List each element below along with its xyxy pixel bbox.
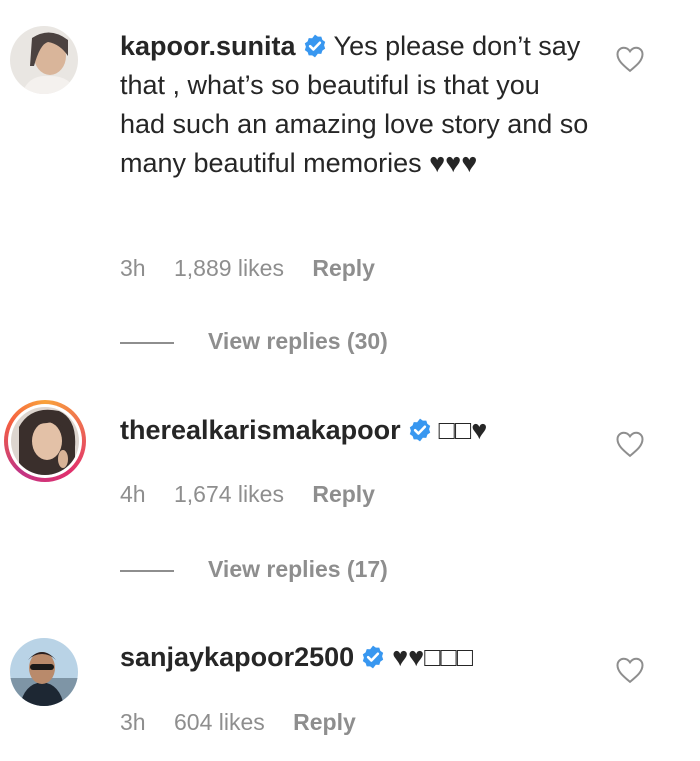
comment-time: 4h [120, 481, 146, 507]
comment-body: sanjaykapoor2500 ♥♥□□□ [120, 638, 590, 677]
replies-divider [120, 341, 174, 344]
avatar-image [11, 407, 79, 475]
comment-likes[interactable]: 1,889 likes [174, 255, 284, 281]
avatar[interactable] [10, 638, 78, 706]
comment-meta: 3h 1,889 likes Reply [120, 255, 397, 282]
avatar-image [10, 638, 78, 706]
comment-body: therealkarismakapoor □□♥ [120, 411, 590, 450]
reply-button[interactable]: Reply [312, 255, 375, 281]
comment-time: 3h [120, 709, 146, 735]
comment-text: ♥♥□□□ [392, 642, 474, 672]
comment-username[interactable]: therealkarismakapoor [120, 415, 401, 445]
comment-username[interactable]: kapoor.sunita [120, 31, 296, 61]
like-heart-icon[interactable] [615, 656, 645, 684]
avatar [11, 407, 79, 475]
comment-body: kapoor.sunita Yes please don’t say that ,… [120, 27, 590, 183]
reply-button[interactable]: Reply [293, 709, 356, 735]
verified-badge-icon [362, 645, 384, 669]
comment-meta: 3h 604 likes Reply [120, 709, 378, 736]
like-heart-icon[interactable] [615, 430, 645, 458]
avatar-image [10, 26, 78, 94]
comment-likes[interactable]: 1,674 likes [174, 481, 284, 507]
story-ring[interactable] [4, 400, 86, 482]
view-replies-button[interactable]: View replies (30) [120, 328, 388, 355]
comment-meta: 4h 1,674 likes Reply [120, 481, 397, 508]
comment-text: □□♥ [438, 415, 488, 445]
view-replies-label: View replies (17) [208, 556, 388, 582]
comment-likes[interactable]: 604 likes [174, 709, 265, 735]
verified-badge-icon [304, 34, 325, 58]
verified-badge-icon [409, 418, 430, 442]
reply-button[interactable]: Reply [312, 481, 375, 507]
avatar[interactable] [10, 26, 78, 94]
replies-divider [120, 569, 174, 572]
comment-time: 3h [120, 255, 146, 281]
comment-username[interactable]: sanjaykapoor2500 [120, 642, 354, 672]
view-replies-button[interactable]: View replies (17) [120, 556, 388, 583]
like-heart-icon[interactable] [615, 45, 645, 73]
view-replies-label: View replies (30) [208, 328, 388, 354]
